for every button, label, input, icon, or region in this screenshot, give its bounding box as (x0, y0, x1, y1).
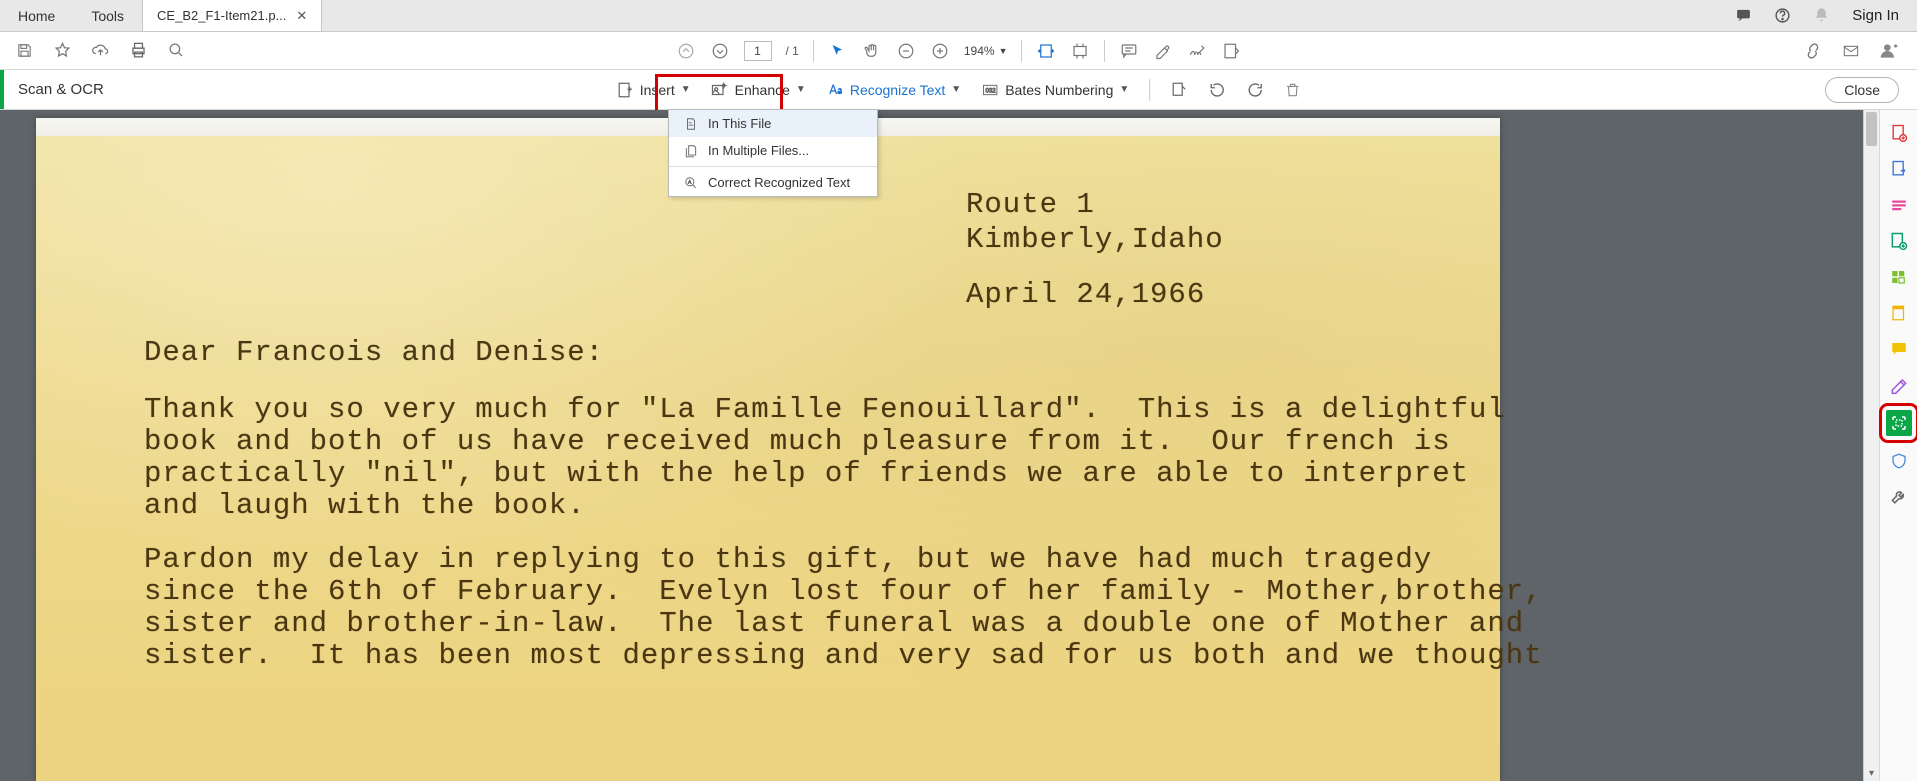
close-tab-icon[interactable]: ✕ (296, 8, 307, 24)
link-icon[interactable] (1803, 41, 1823, 61)
menu-correct-text[interactable]: A Correct Recognized Text (669, 169, 877, 196)
doc-line: April 24,1966 (966, 278, 1205, 311)
rail-edit-pdf-icon[interactable] (1888, 194, 1910, 216)
doc-line: sister and brother-in-law. The last fune… (144, 607, 1524, 640)
menu-divider (669, 166, 877, 167)
magnify-a-icon: A (683, 175, 698, 190)
doc-line: Route 1 (966, 188, 1095, 221)
nav-home[interactable]: Home (0, 0, 73, 31)
rail-scan-ocr-icon[interactable] (1886, 410, 1912, 436)
svg-text:A: A (688, 179, 692, 184)
crop-icon[interactable] (1170, 81, 1188, 99)
zoom-select[interactable]: 194%▼ (964, 44, 1008, 58)
insert-menu[interactable]: Insert▼ (616, 81, 691, 99)
document-tab-title: CE_B2_F1-Item21.p... (157, 8, 286, 23)
recognize-text-menu[interactable]: Recognize Text▼ (826, 82, 961, 98)
rotate-cw-icon[interactable] (1246, 81, 1264, 99)
separator (1149, 79, 1150, 101)
help-icon[interactable] (1774, 7, 1791, 24)
share-user-icon[interactable] (1879, 41, 1899, 61)
menu-in-multiple-files[interactable]: In Multiple Files... (669, 137, 877, 164)
doc-line: since the 6th of February. Evelyn lost f… (144, 575, 1543, 608)
scanned-page: Route 1 Kimberly,Idaho April 24,1966 Dea… (36, 118, 1500, 781)
rail-combine-icon[interactable] (1888, 230, 1910, 252)
rail-more-tools-icon[interactable] (1888, 486, 1910, 508)
fit-page-icon[interactable] (1070, 41, 1090, 61)
fit-width-icon[interactable] (1036, 41, 1056, 61)
print-icon[interactable] (128, 41, 148, 61)
vertical-scrollbar[interactable]: ▾ (1863, 110, 1879, 781)
scroll-down-arrow[interactable]: ▾ (1864, 765, 1879, 781)
hand-tool-icon[interactable] (862, 41, 882, 61)
files-icon (683, 143, 698, 158)
page-total-label: / 1 (786, 44, 799, 58)
delete-icon[interactable] (1284, 81, 1301, 99)
zoom-out-icon[interactable] (896, 41, 916, 61)
subtoolbar-title: Scan & OCR (4, 81, 104, 98)
doc-line: Dear Francois and Denise: (144, 336, 604, 369)
rail-fill-sign-icon[interactable] (1888, 302, 1910, 324)
highlight-icon[interactable] (1153, 41, 1173, 61)
chat-icon[interactable] (1735, 7, 1752, 24)
page-number-input[interactable]: 1 (744, 41, 772, 61)
doc-line: Pardon my delay in replying to this gift… (144, 543, 1432, 576)
document-tab[interactable]: CE_B2_F1-Item21.p... ✕ (142, 0, 322, 31)
mail-icon[interactable] (1841, 41, 1861, 61)
rail-export-pdf-icon[interactable] (1888, 158, 1910, 180)
stamp-icon[interactable] (1221, 41, 1241, 61)
comment-icon[interactable] (1119, 41, 1139, 61)
separator (813, 40, 814, 62)
enhance-menu[interactable]: Enhance▼ (711, 81, 806, 99)
zoom-in-icon[interactable] (930, 41, 950, 61)
rail-pencil-icon[interactable] (1888, 374, 1910, 396)
close-tool-button[interactable]: Close (1825, 77, 1899, 103)
separator (1021, 40, 1022, 62)
page-up-icon[interactable] (676, 41, 696, 61)
recognize-text-dropdown: In This File In Multiple Files... A Corr… (668, 109, 878, 197)
doc-line: and laugh with the book. (144, 489, 586, 522)
doc-line: sister. It has been most depressing and … (144, 639, 1543, 672)
bates-numbering-menu[interactable]: 032 Bates Numbering▼ (981, 82, 1129, 98)
separator (1104, 40, 1105, 62)
doc-line: book and both of us have received much p… (144, 425, 1451, 458)
pointer-tool-icon[interactable] (828, 41, 848, 61)
file-icon (683, 116, 698, 131)
doc-line: Kimberly,Idaho (966, 223, 1224, 256)
rail-organize-icon[interactable] (1888, 266, 1910, 288)
svg-text:032: 032 (986, 88, 997, 94)
bell-icon[interactable] (1813, 7, 1830, 24)
page-down-icon[interactable] (710, 41, 730, 61)
document-canvas[interactable]: Route 1 Kimberly,Idaho April 24,1966 Dea… (0, 110, 1879, 781)
search-zoom-icon[interactable] (166, 41, 186, 61)
menu-in-this-file[interactable]: In This File (669, 110, 877, 137)
rail-protect-icon[interactable] (1888, 450, 1910, 472)
right-tool-rail (1879, 110, 1917, 781)
sign-in-link[interactable]: Sign In (1852, 7, 1899, 24)
save-icon[interactable] (14, 41, 34, 61)
doc-line: practically "nil", but with the help of … (144, 457, 1469, 490)
rail-comment-icon[interactable] (1888, 338, 1910, 360)
star-icon[interactable] (52, 41, 72, 61)
cloud-upload-icon[interactable] (90, 41, 110, 61)
rotate-ccw-icon[interactable] (1208, 81, 1226, 99)
scrollbar-thumb[interactable] (1866, 112, 1877, 146)
doc-line: Thank you so very much for "La Famille F… (144, 393, 1506, 426)
sign-icon[interactable] (1187, 41, 1207, 61)
nav-tools[interactable]: Tools (73, 0, 142, 31)
rail-create-pdf-icon[interactable] (1888, 122, 1910, 144)
